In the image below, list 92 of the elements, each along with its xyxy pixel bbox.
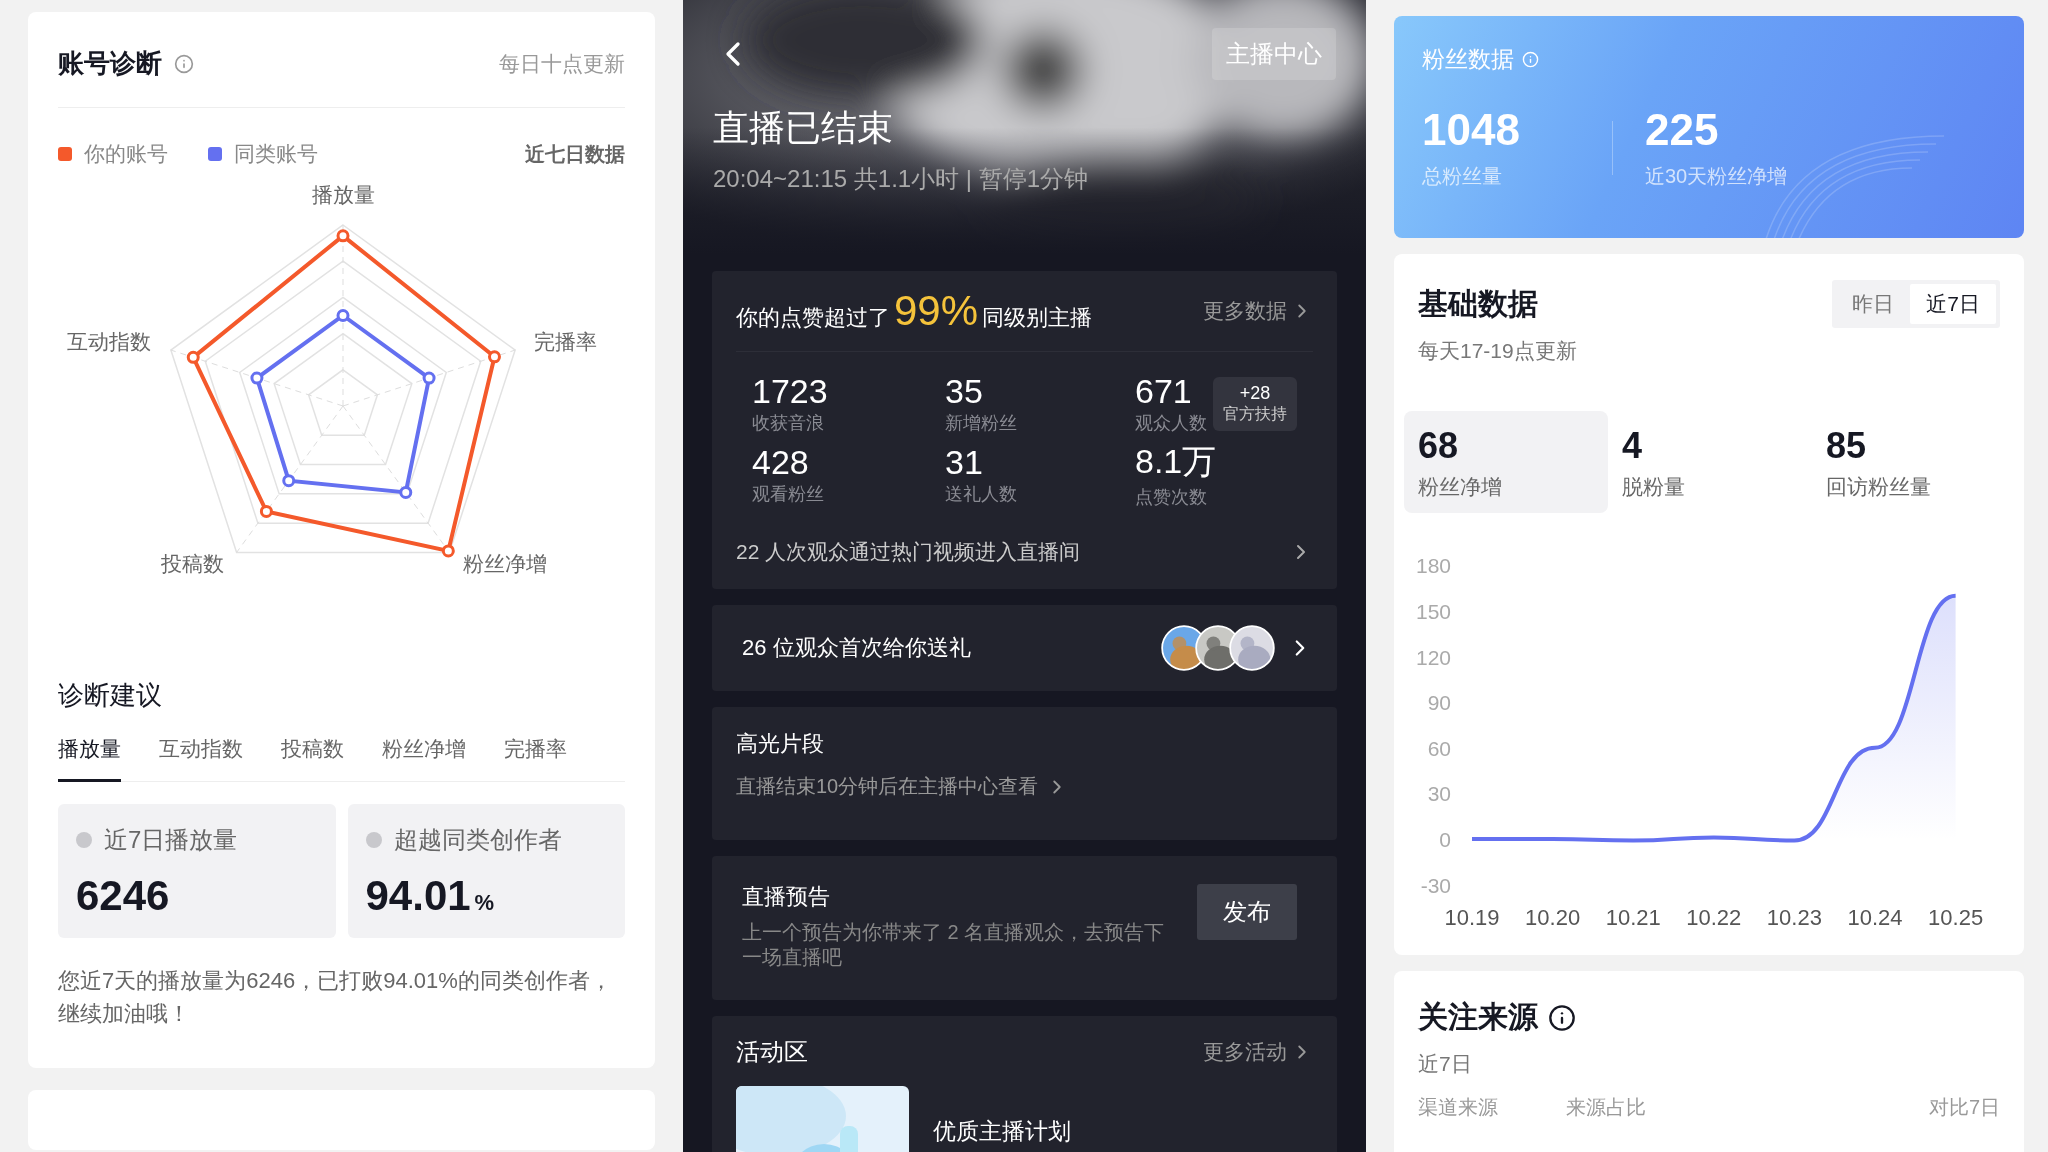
stat-label: 总粉丝量 — [1422, 164, 1503, 189]
dot-icon — [365, 832, 382, 848]
card-title: 基础数据 — [1418, 286, 1539, 322]
section-title: 诊断建议 — [58, 680, 162, 710]
dot-icon — [76, 832, 92, 848]
update-note: 每天17-19点更新 — [1418, 338, 1577, 364]
stat-value: 428 — [752, 442, 810, 482]
y-tick-label: 90 — [1427, 691, 1451, 715]
stat-label: 点赞次数 — [1135, 486, 1208, 509]
gift-note: 26 位观众首次给你送礼 — [742, 634, 971, 662]
hot-video-note: 22 人次观众通过热门视频进入直播间 — [736, 539, 1081, 565]
axis-label: 播放量 — [311, 183, 375, 206]
metric-label: 回访粉丝量 — [1826, 474, 1932, 500]
stat-label: 新增粉丝 — [945, 412, 1017, 435]
y-tick-label: -30 — [1420, 873, 1451, 897]
period-option[interactable]: 昨日 — [1836, 284, 1911, 324]
tab[interactable]: 粉丝净增 — [382, 735, 466, 782]
stat-value: 1048 — [1422, 105, 1521, 155]
update-note: 每日十点更新 — [499, 50, 625, 77]
metric-value: 68 — [1418, 425, 1460, 467]
activity-title[interactable]: 优质主播计划 — [933, 1116, 1071, 1147]
session-time: 20:04~21:15 共1.1小时 | 暂停1分钟 — [713, 164, 1090, 194]
stat-value: 94.01 — [365, 872, 471, 920]
likes-ranking: 你的点赞超过了 99%同级别主播 — [736, 287, 1093, 335]
stat-value: 31 — [945, 442, 984, 482]
tab[interactable]: 播放量 — [58, 735, 121, 782]
info-icon — [1548, 1003, 1576, 1032]
stat-label: 观众人数 — [1135, 412, 1207, 435]
stat-label: 近7日播放量 — [104, 825, 238, 855]
x-tick-label: 10.19 — [1444, 905, 1500, 930]
stat-value: 35 — [945, 372, 984, 411]
legend-label: 你的账号 — [84, 141, 168, 167]
tab[interactable]: 互动指数 — [159, 735, 243, 782]
column-header: 来源占比 — [1566, 1095, 1646, 1120]
metric-tile[interactable]: 4 脱粉量 — [1608, 411, 1812, 513]
stat-value: 1723 — [752, 372, 828, 411]
stat-label: 收获音浪 — [752, 412, 825, 435]
more-activities-link[interactable]: 更多活动 — [1203, 1038, 1287, 1066]
y-tick-label: 0 — [1439, 828, 1451, 851]
axis-label: 完播率 — [533, 330, 597, 353]
x-tick-label: 10.24 — [1847, 905, 1903, 930]
stat-unit: % — [474, 890, 495, 916]
column-header: 对比7日 — [1928, 1095, 2000, 1120]
y-tick-label: 30 — [1427, 782, 1451, 806]
x-tick-label: 10.21 — [1605, 905, 1661, 930]
y-tick-label: 60 — [1427, 736, 1451, 760]
stat-label: 观看粉丝 — [752, 482, 824, 506]
metric-label: 脱粉量 — [1622, 474, 1686, 500]
metric-value: 85 — [1826, 425, 1868, 467]
stat-value: 671 — [1135, 372, 1193, 411]
section-title: 活动区 — [736, 1037, 808, 1067]
publish-button[interactable]: 发布 — [1197, 884, 1297, 940]
y-tick-label: 120 — [1415, 645, 1451, 669]
page-title: 直播已结束 — [713, 106, 894, 150]
card-title: 账号诊断 — [58, 47, 162, 80]
x-tick-label: 10.23 — [1766, 905, 1822, 930]
metric-label: 粉丝净增 — [1418, 474, 1503, 500]
support-badge: +28 官方扶持 — [1213, 376, 1297, 431]
stat-value: 6246 — [76, 872, 170, 920]
card-title: 关注来源 — [1418, 999, 1538, 1035]
stat-value: 8.1万 — [1135, 441, 1217, 482]
tab[interactable]: 完播率 — [504, 735, 567, 782]
info-icon — [1522, 51, 1539, 68]
section-title: 直播预告 — [742, 883, 831, 911]
info-icon — [174, 53, 194, 74]
section-title: 高光片段 — [736, 730, 825, 758]
stat-value: 225 — [1645, 105, 1720, 155]
metric-tile[interactable]: 85 回访粉丝量 — [1812, 411, 2016, 513]
y-tick-label: 150 — [1415, 600, 1451, 623]
x-tick-label: 10.20 — [1525, 905, 1581, 930]
legend-label: 同类账号 — [234, 141, 318, 167]
axis-label: 互动指数 — [67, 330, 151, 353]
stat-label: 超越同类创作者 — [393, 825, 562, 855]
column-header: 渠道来源 — [1418, 1095, 1499, 1120]
tab[interactable]: 投稿数 — [281, 735, 344, 782]
summary-text: 您近7天的播放量为6246，已打败94.01%的同类创作者，继续加油哦！ — [58, 967, 613, 1028]
period-option[interactable]: 近7日 — [1910, 284, 1996, 324]
highlight-note: 直播结束10分钟后在主播中心查看 — [736, 774, 1039, 799]
axis-label: 投稿数 — [160, 552, 224, 575]
metric-tile[interactable]: 68 粉丝净增 — [1404, 411, 1608, 513]
more-data-link[interactable]: 更多数据 — [1203, 297, 1287, 325]
range-label: 近七日数据 — [525, 141, 625, 167]
stat-label: 近30天粉丝净增 — [1645, 164, 1788, 189]
metric-value: 4 — [1622, 425, 1644, 467]
x-tick-label: 10.22 — [1686, 905, 1742, 930]
card-title: 粉丝数据 — [1422, 45, 1514, 74]
y-tick-label: 180 — [1415, 554, 1451, 578]
preview-note: 上一个预告为你带来了 2 名直播观众，去预告下一场直播吧 — [742, 920, 1166, 970]
stat-label: 送礼人数 — [945, 482, 1017, 506]
range-label: 近7日 — [1418, 1052, 1472, 1075]
x-tick-label: 10.25 — [1928, 905, 1984, 930]
axis-label: 粉丝净增 — [463, 552, 547, 575]
